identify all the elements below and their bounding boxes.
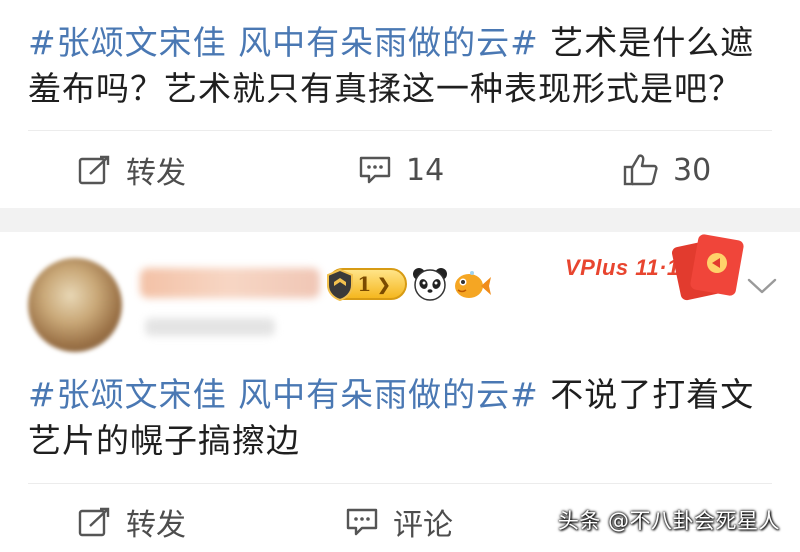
shield-icon (327, 268, 353, 302)
username-blurred[interactable] (140, 268, 320, 298)
repost-label: 转发 (126, 508, 186, 543)
post-actions: 转发 14 30 (0, 140, 800, 200)
comment-icon (359, 156, 391, 184)
divider (28, 130, 772, 131)
comment-icon (346, 508, 378, 536)
comment-button[interactable]: 评论 (345, 492, 453, 552)
chevron-down-icon[interactable] (745, 275, 779, 297)
repost-button[interactable]: 转发 (78, 492, 186, 552)
thumbs-up-icon (623, 154, 658, 186)
panda-icon (413, 268, 447, 301)
red-envelope-icon[interactable] (668, 233, 746, 303)
post-text: #张颂文宋佳 风中有朵雨做的云# 艺术是什么遮羞布吗？艺术就只有真揉这一种表现形… (28, 20, 773, 112)
comment-label: 评论 (393, 508, 453, 543)
timestamp-blurred (145, 318, 275, 336)
repost-icon (78, 507, 110, 537)
post-text: #张颂文宋佳 风中有朵雨做的云# 不说了打着文艺片的幌子搞擦边 (28, 372, 773, 464)
like-button[interactable]: 30 (623, 140, 711, 200)
comment-button[interactable]: 14 (358, 140, 444, 200)
hashtag-link[interactable]: #张颂文宋佳 风中有朵雨做的云# (28, 23, 539, 62)
avatar[interactable] (28, 258, 122, 352)
section-separator (0, 208, 800, 232)
divider (28, 483, 772, 484)
hashtag-link[interactable]: #张颂文宋佳 风中有朵雨做的云# (28, 375, 539, 414)
repost-button[interactable]: 转发 (78, 140, 186, 200)
fish-icon (455, 271, 491, 298)
like-count: 30 (673, 152, 712, 188)
chevron-right-icon: ❯ (377, 274, 391, 294)
repost-icon (78, 155, 110, 185)
comment-count: 14 (406, 152, 445, 188)
watermark: 头条 @不八卦会死星人 (557, 509, 780, 533)
level-badge[interactable]: 1 ❯ (327, 268, 407, 302)
repost-label: 转发 (126, 156, 186, 191)
level-value: 1 (357, 272, 372, 296)
